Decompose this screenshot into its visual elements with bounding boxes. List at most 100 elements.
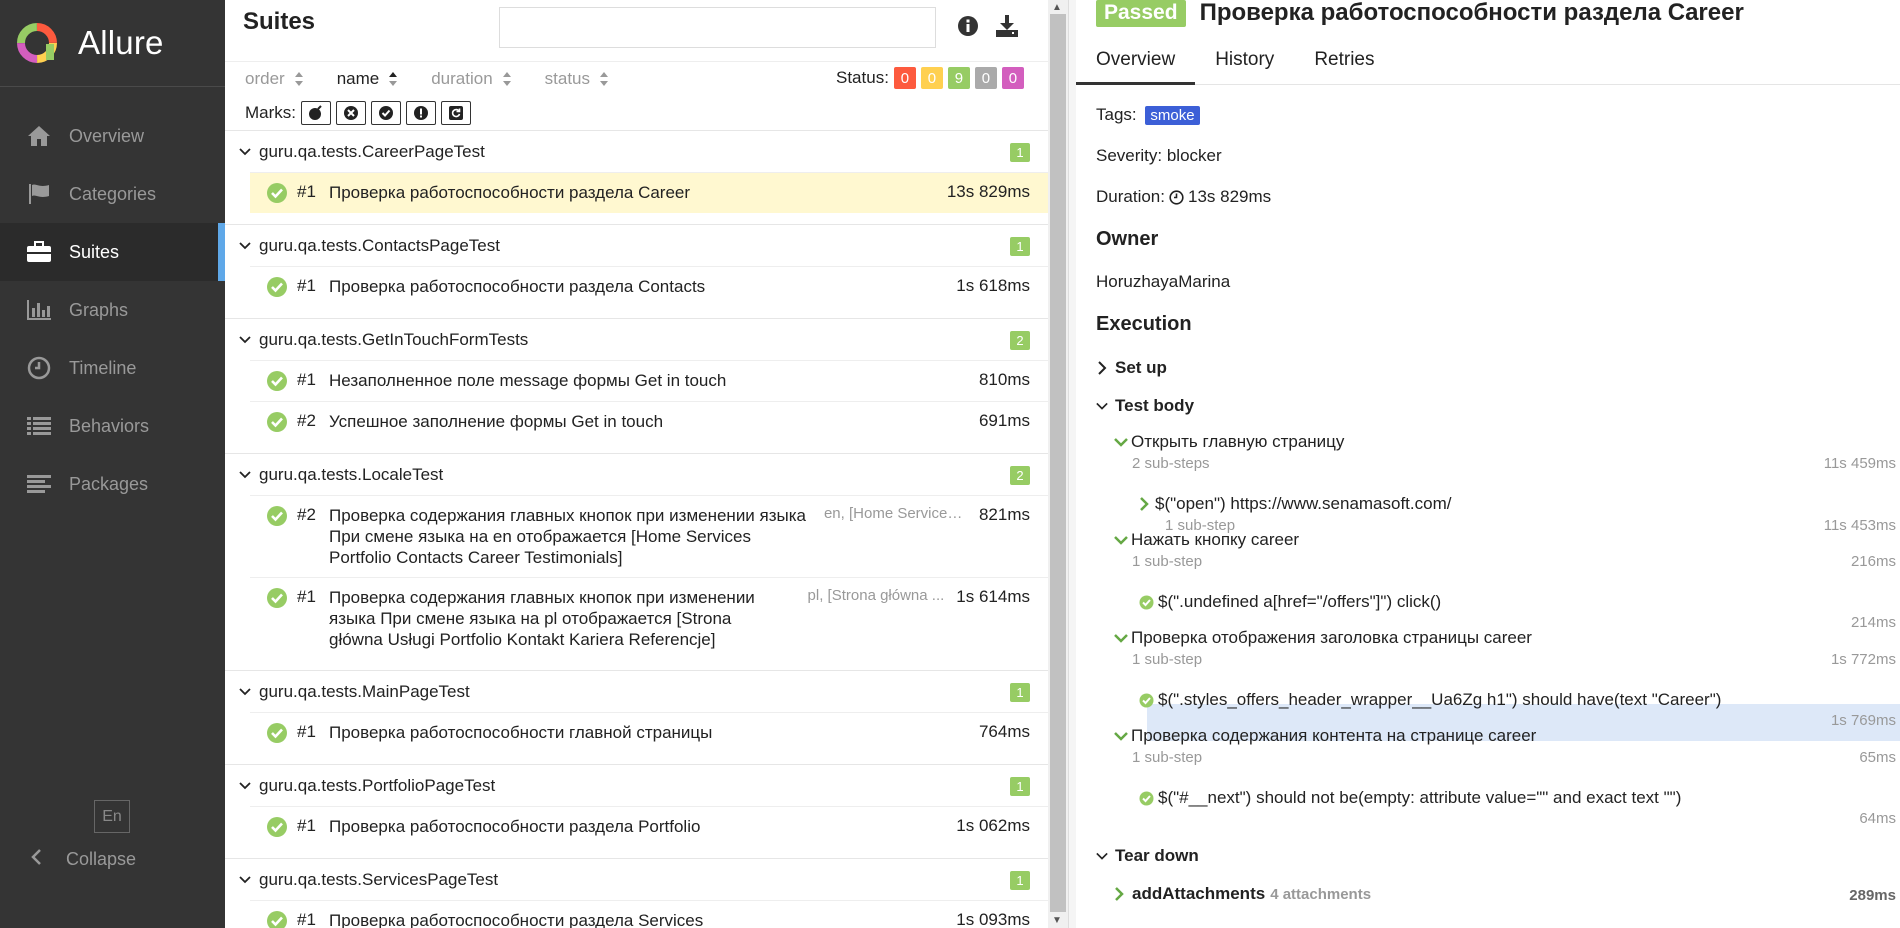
test-number: #1 [297,370,316,389]
step-name: Проверка отображения заголовка страницы … [1131,628,1532,647]
test-number: #1 [297,910,316,928]
execution-step[interactable]: $(".undefined a[href="/offers"]") click(… [1139,592,1441,612]
sort-label: status [544,69,591,88]
align-left-icon [24,471,54,497]
pane-resizer[interactable] [1068,0,1076,928]
download-icon[interactable] [995,14,1019,43]
tags-row: Tags: smoke [1096,105,1200,125]
tab-retries[interactable]: Retries [1294,43,1394,85]
status-skipped-toggle[interactable]: 0 [974,67,997,89]
status-broken-toggle[interactable]: 0 [920,67,943,89]
test-number: #1 [297,722,316,741]
execution-step[interactable]: Нажать кнопку career [1114,530,1299,550]
suite-group-spacer [225,659,1048,670]
test-row[interactable]: #1 Проверка работоспособности раздела Por… [250,806,1048,847]
suite-group-header[interactable]: guru.qa.tests.ContactsPageTest 1 [225,225,1048,266]
language-switch[interactable]: En [94,800,130,833]
mark-new-broken-toggle[interactable] [406,101,436,125]
execution-step[interactable]: Открыть главную страницу [1114,432,1344,452]
sidebar-item-suites[interactable]: Suites [0,223,225,281]
status-unknown-toggle[interactable]: 0 [1001,67,1024,89]
chevron-down-green-icon [1114,536,1128,545]
tab-overview[interactable]: Overview [1076,43,1196,85]
test-name: Незаполненное поле message формы Get in … [329,371,727,390]
test-row[interactable]: #1 Проверка содержания главных кнопок при… [250,577,1048,659]
suites-scrollbar[interactable]: ▲ ▼ [1048,0,1068,928]
suite-count-badge: 1 [1010,777,1030,796]
sidebar-item-packages[interactable]: Packages [0,455,225,513]
tags-label: Tags: [1096,105,1137,124]
sidebar-item-label: Packages [69,473,149,494]
test-duration: 13s 829ms [946,182,1030,201]
sidebar-item-overview[interactable]: Overview [0,107,225,165]
suite-group-header[interactable]: guru.qa.tests.GetInTouchFormTests 2 [225,319,1048,360]
stage-label: Test body [1115,396,1195,415]
status-passed-toggle[interactable]: 9 [947,67,970,89]
suite-group-header[interactable]: guru.qa.tests.CareerPageTest 1 [225,131,1048,172]
sort-name[interactable]: name [337,69,399,89]
sort-duration[interactable]: duration [431,69,511,89]
sort-status[interactable]: status [545,69,609,89]
step-substep-count: 1 sub-step [1132,749,1203,766]
step-duration: 11s 459ms [1823,455,1896,472]
execution-step[interactable]: Проверка содержания контента на странице… [1114,726,1536,746]
info-icon[interactable] [957,15,979,42]
test-row[interactable]: #1 Проверка работоспособности раздела Con… [250,266,1048,307]
collapse-button[interactable]: Collapse [24,848,136,871]
scroll-down-arrow-icon[interactable]: ▼ [1052,915,1062,926]
execution-step[interactable]: $("#__next") should not be(empty: attrib… [1139,788,1681,808]
suite-group-spacer [225,213,1048,224]
step-name: $(".undefined a[href="/offers"]") click(… [1158,592,1442,611]
suite-group-header[interactable]: guru.qa.tests.PortfolioPageTest 1 [225,765,1048,806]
search-input[interactable] [499,7,936,48]
execution-step[interactable]: $(".styles_offers_header_wrapper__Ua6Zg … [1139,690,1721,710]
sidebar-item-timeline[interactable]: Timeline [0,339,225,397]
suite-group-spacer [225,442,1048,453]
suite-group-header[interactable]: guru.qa.tests.MainPageTest 1 [225,671,1048,712]
execution-step[interactable]: Проверка отображения заголовка страницы … [1114,628,1532,648]
test-number: #2 [297,505,316,524]
test-row[interactable]: #1 Незаполненное поле message формы Get i… [250,360,1048,401]
passed-check-icon [266,816,288,838]
chevron-down-icon [1096,402,1108,410]
allure-logo[interactable]: Allure [16,20,164,66]
step-name: Нажать кнопку career [1131,530,1300,549]
test-row[interactable]: #1 Проверка работоспособности главной стр… [250,712,1048,753]
test-params: en, [Home Services... [823,505,967,522]
test-row[interactable]: #2 Проверка содержания главных кнопок при… [250,495,1048,577]
chevron-down-green-icon [1114,732,1128,741]
scrollbar-thumb[interactable] [1050,14,1066,912]
sort-order[interactable]: order [245,69,304,89]
stage-setup[interactable]: Set up [1096,358,1167,378]
sidebar-item-behaviors[interactable]: Behaviors [0,397,225,455]
test-row[interactable]: #1 Проверка работоспособности раздела Car… [250,172,1048,213]
scroll-up-arrow-icon[interactable]: ▲ [1052,2,1062,13]
mark-flaky-toggle[interactable] [301,101,331,125]
tab-history[interactable]: History [1195,43,1294,85]
owner-heading: Owner [1096,228,1159,250]
test-row[interactable]: #1 Проверка работоспособности раздела Ser… [250,900,1048,928]
sidebar-item-graphs[interactable]: Graphs [0,281,225,339]
suite-group-header[interactable]: guru.qa.tests.ServicesPageTest 1 [225,859,1048,900]
sidebar-item-label: Overview [69,125,145,146]
status-label: Status: [836,68,889,87]
times-circle-icon [344,106,358,120]
test-row[interactable]: #2 Успешное заполнение формы Get in touch… [250,401,1048,442]
attachments-step[interactable]: addAttachments 4 attachments [1114,884,1371,904]
status-failed-toggle[interactable]: 0 [893,67,916,89]
stage-label: Tear down [1115,846,1199,865]
suite-group-header[interactable]: guru.qa.tests.LocaleTest 2 [225,454,1048,495]
execution-step[interactable]: $("open") https://www.senamasoft.com/ [1139,494,1451,514]
stage-test-body[interactable]: Test body [1096,396,1194,416]
mark-new-passed-toggle[interactable] [371,101,401,125]
step-duration: 216ms [1850,553,1896,570]
test-number: #1 [297,587,316,606]
mark-retries-toggle[interactable] [441,101,471,125]
sidebar-item-categories[interactable]: Categories [0,165,225,223]
stage-teardown[interactable]: Tear down [1096,846,1199,866]
suite-name: guru.qa.tests.ServicesPageTest [259,869,499,889]
collapse-label: Collapse [66,849,137,869]
passed-check-icon [266,411,288,433]
passed-check-icon [1139,595,1154,609]
mark-new-failed-toggle[interactable] [336,101,366,125]
